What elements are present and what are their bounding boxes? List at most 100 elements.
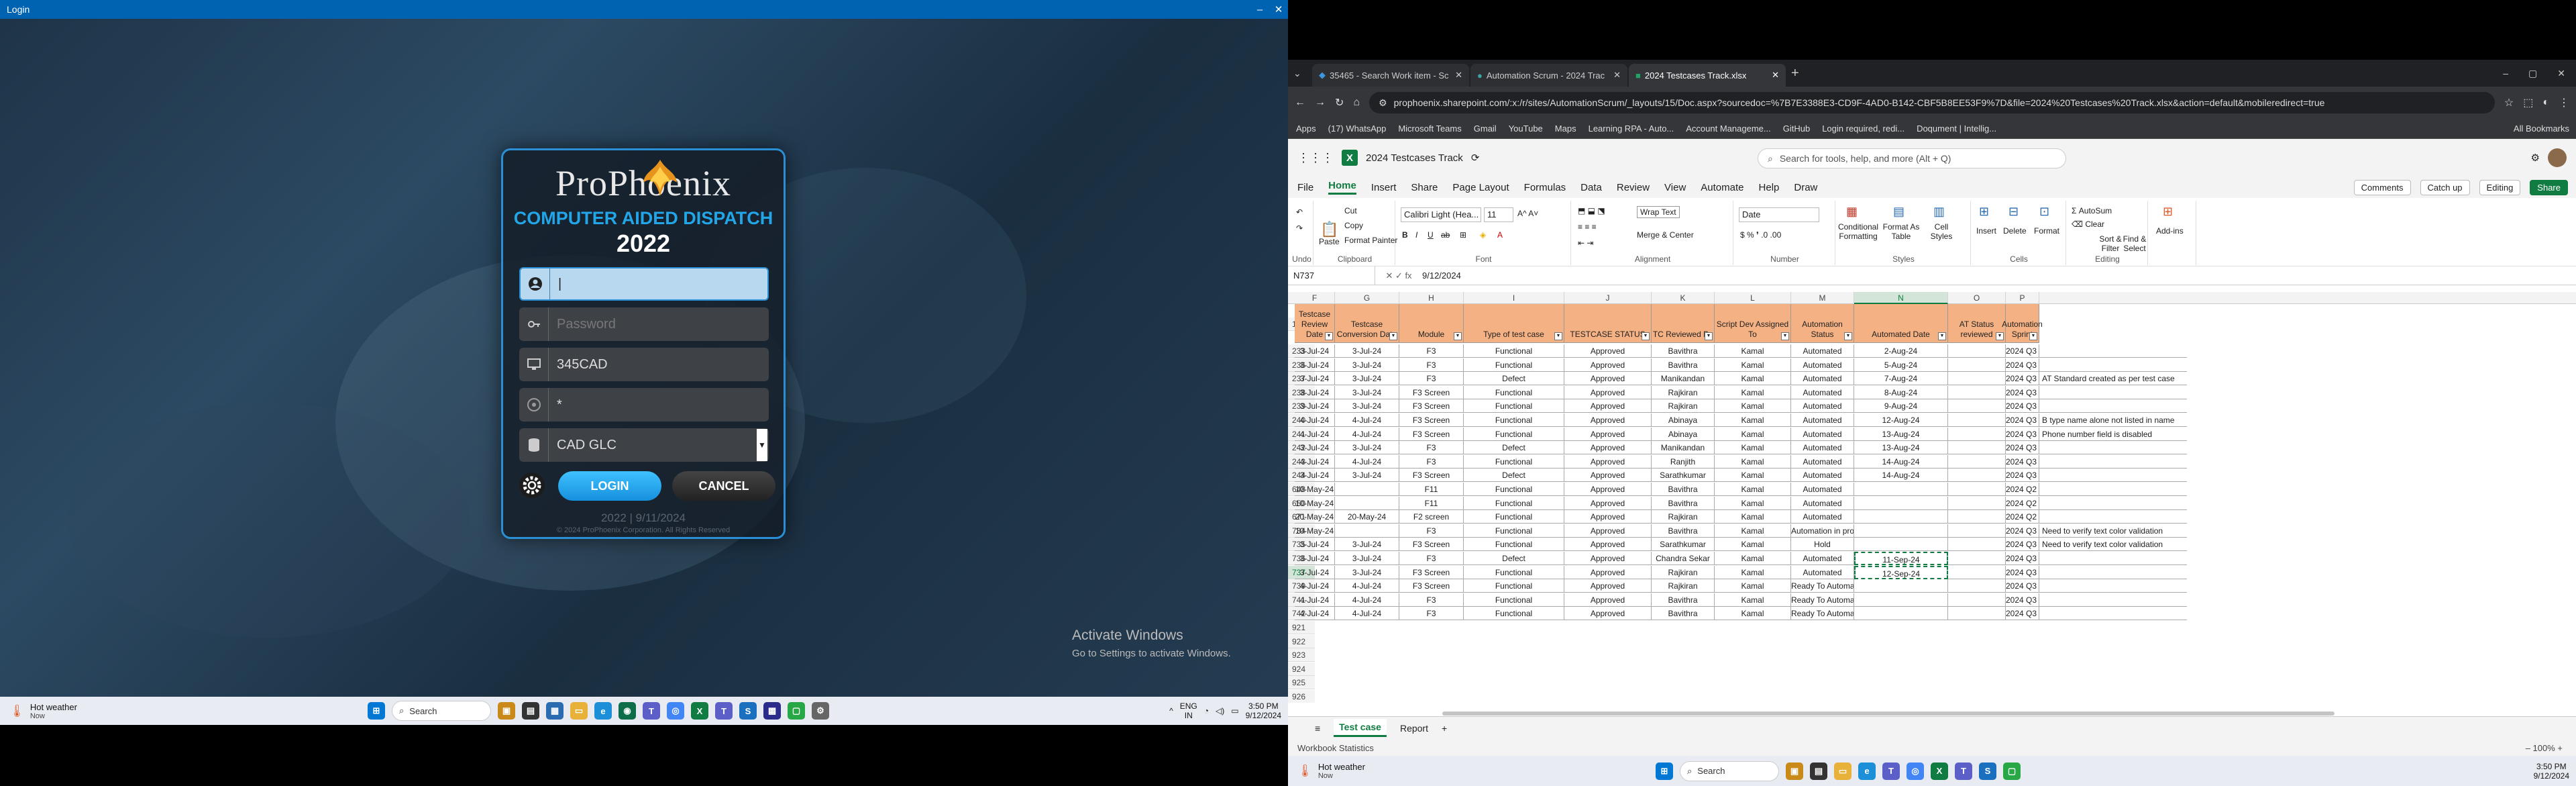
find-select-button[interactable]: Find & Select xyxy=(2123,234,2147,253)
database-select[interactable]: CAD GLC ▼ xyxy=(519,428,769,462)
table-cell[interactable]: Rajkiran xyxy=(1652,579,1715,593)
table-cell[interactable]: 2024 Q3 Sprint 8 xyxy=(2006,427,2039,441)
table-cell[interactable]: 3-Jul-24 xyxy=(1295,552,1335,565)
avatar[interactable] xyxy=(2548,148,2567,167)
table-cell[interactable] xyxy=(2039,441,2187,455)
header-cell[interactable]: Type of test case ▼ xyxy=(1464,304,1564,343)
table-cell[interactable] xyxy=(1948,496,2006,510)
table-cell[interactable] xyxy=(1948,469,2006,483)
redo-icon[interactable]: ↷ xyxy=(1296,224,1303,233)
table-cell[interactable]: Approved xyxy=(1564,579,1652,593)
table-cell[interactable]: Kamal xyxy=(1715,593,1791,607)
table-cell[interactable] xyxy=(1335,483,1399,496)
table-cell[interactable]: Bavithra xyxy=(1652,358,1715,372)
minimize-icon[interactable]: – xyxy=(2503,68,2508,79)
table-cell[interactable] xyxy=(1948,385,2006,399)
font-color-icon[interactable]: A xyxy=(1497,230,1503,240)
table-cell[interactable]: F11 xyxy=(1399,483,1464,496)
table-cell[interactable]: Rajkiran xyxy=(1652,385,1715,399)
table-cell[interactable]: 2024 Q2 Sprint 5 xyxy=(2006,510,2039,524)
table-cell[interactable]: 3-Jul-24 xyxy=(1335,565,1399,579)
menu-draw[interactable]: Draw xyxy=(1794,182,1817,193)
table-cell[interactable] xyxy=(2039,552,2187,565)
table-cell[interactable] xyxy=(2039,483,2187,496)
table-cell[interactable] xyxy=(1854,496,1948,510)
table-cell[interactable]: Kamal xyxy=(1715,385,1791,399)
table-cell[interactable] xyxy=(2039,469,2187,483)
task-view-icon[interactable]: ▤ xyxy=(1810,762,1827,780)
table-cell[interactable] xyxy=(1948,427,2006,441)
autosum-button[interactable]: Σ AutoSum xyxy=(2072,206,2112,215)
table-cell[interactable]: 3-Jul-24 xyxy=(1335,441,1399,455)
insert-button[interactable]: Insert xyxy=(1976,226,1996,236)
maximize-icon[interactable]: ▢ xyxy=(2528,68,2537,79)
table-cell[interactable]: Approved xyxy=(1564,565,1652,579)
table-cell[interactable]: Kamal xyxy=(1715,565,1791,579)
table-cell[interactable]: 2024 Q3 Sprint 8 xyxy=(2006,385,2039,399)
table-cell[interactable]: 4-Jul-24 xyxy=(1295,427,1335,441)
bookmark-apps[interactable]: Apps xyxy=(1296,124,1316,134)
row-number[interactable]: 924 xyxy=(1288,662,1315,676)
table-cell[interactable]: F3 Screen xyxy=(1399,427,1464,441)
sheet-tab-report[interactable]: Report xyxy=(1400,723,1428,734)
comments-button[interactable]: Comments xyxy=(2353,179,2411,195)
column-header-M[interactable]: M xyxy=(1791,292,1854,304)
table-cell[interactable]: Kamal xyxy=(1715,496,1791,510)
table-cell[interactable]: 3-Jul-24 xyxy=(1295,358,1335,372)
filter-dropdown-icon[interactable]: ▼ xyxy=(2029,332,2037,340)
paste-icon[interactable]: 📋 xyxy=(1320,221,1338,238)
header-cell[interactable]: Testcase Review Date ▼ xyxy=(1295,304,1335,343)
sort-filter-button[interactable]: Sort & Filter xyxy=(2098,234,2123,253)
table-cell[interactable]: Kamal xyxy=(1715,454,1791,469)
table-cell[interactable]: F2 screen xyxy=(1399,510,1464,524)
table-cell[interactable]: F3 xyxy=(1399,607,1464,621)
table-cell[interactable]: 2024 Q3 Sprint 7 xyxy=(2006,607,2039,621)
weather-widget[interactable]: 🌡 Hot weather Now xyxy=(1288,762,1422,780)
table-cell[interactable] xyxy=(1948,441,2006,455)
table-cell[interactable]: Approved xyxy=(1564,510,1652,524)
table-cell[interactable]: 3-Jul-24 xyxy=(1335,358,1399,372)
table-cell[interactable] xyxy=(1948,538,2006,552)
table-cell[interactable]: 4-Jul-24 xyxy=(1335,413,1399,427)
table-cell[interactable]: Kamal xyxy=(1715,607,1791,621)
teams-icon[interactable]: T xyxy=(643,702,660,720)
table-cell[interactable]: 3-Jul-24 xyxy=(1295,344,1335,358)
login-button[interactable]: LOGIN xyxy=(558,471,661,501)
menu-review[interactable]: Review xyxy=(1617,182,1650,193)
file-explorer-icon[interactable]: ▭ xyxy=(1834,762,1851,780)
app-icon-green[interactable]: ◉ xyxy=(619,702,636,720)
table-cell[interactable]: 14-Aug-24 xyxy=(1854,469,1948,483)
table-cell[interactable]: Abinaya xyxy=(1652,427,1715,441)
all-bookmarks[interactable]: All Bookmarks xyxy=(2514,124,2569,134)
menu-data[interactable]: Data xyxy=(1580,182,1602,193)
table-cell[interactable]: Ready To Automate xyxy=(1791,607,1854,621)
italic-icon[interactable]: I xyxy=(1415,230,1417,240)
bookmark-login[interactable]: Login required, redi... xyxy=(1822,124,1904,134)
table-cell[interactable]: F3 Screen xyxy=(1399,399,1464,413)
table-cell[interactable]: Kamal xyxy=(1715,483,1791,496)
close-icon[interactable]: ✕ xyxy=(1455,70,1462,81)
table-cell[interactable]: Sarathkumar xyxy=(1652,538,1715,552)
table-cell[interactable]: Functional xyxy=(1464,538,1564,552)
cell-styles-icon[interactable]: ▥ xyxy=(1933,205,1945,219)
table-cell[interactable]: 3-Jul-24 xyxy=(1335,385,1399,399)
chrome-icon[interactable]: ◎ xyxy=(667,702,684,720)
table-cell[interactable] xyxy=(2039,607,2187,621)
indent-icon[interactable]: ⇤ ⇥ xyxy=(1578,238,1593,248)
menu-icon[interactable]: ⋮ xyxy=(2559,96,2569,109)
menu-home[interactable]: Home xyxy=(1328,180,1356,195)
table-cell[interactable]: Automated xyxy=(1791,427,1854,441)
table-cell[interactable]: 20-May-24 xyxy=(1295,510,1335,524)
table-cell[interactable]: Kamal xyxy=(1715,358,1791,372)
password-field[interactable]: Password xyxy=(519,307,769,341)
table-cell[interactable]: Automated xyxy=(1791,454,1854,469)
table-cell[interactable]: F3 Screen xyxy=(1399,413,1464,427)
table-cell[interactable]: Functional xyxy=(1464,565,1564,579)
table-cell[interactable]: 3-Jul-24 xyxy=(1295,441,1335,455)
table-cell[interactable]: Kamal xyxy=(1715,524,1791,538)
table-cell[interactable]: 2024 Q3 Sprint 8 xyxy=(2006,358,2039,372)
reload-icon[interactable]: ↻ xyxy=(1335,96,1344,109)
table-cell[interactable]: 3-Jul-24 xyxy=(1295,538,1335,552)
table-cell[interactable] xyxy=(1854,524,1948,538)
header-cell[interactable]: Module ▼ xyxy=(1399,304,1464,343)
